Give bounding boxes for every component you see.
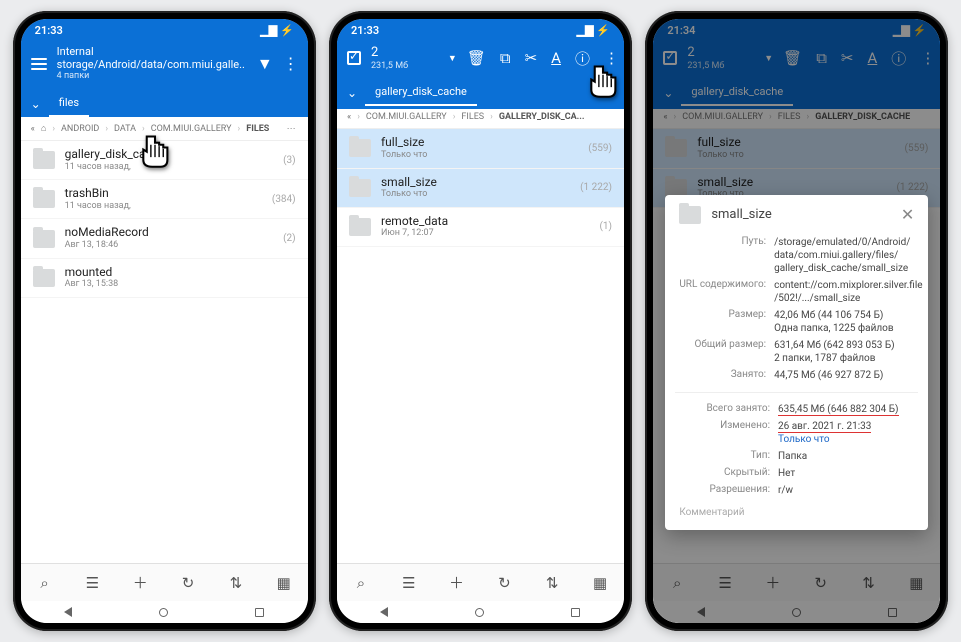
select-all-checkbox[interactable] (347, 51, 361, 65)
dropdown-icon[interactable]: ▼ (257, 54, 273, 74)
back-button[interactable] (380, 607, 388, 617)
search-icon[interactable]: ⌕ (352, 574, 370, 592)
info-icon[interactable]: ⓘ (575, 48, 590, 69)
search-icon[interactable]: ⌕ (36, 574, 54, 592)
folder-icon (33, 230, 55, 248)
view-icon[interactable]: ☰ (400, 574, 418, 592)
dropdown-icon[interactable]: ▼ (448, 53, 457, 64)
folder-icon (349, 218, 371, 236)
list-item[interactable]: remote_dataИюн 7, 12:07 (1) (337, 208, 624, 247)
grid-icon[interactable]: ▦ (591, 574, 609, 592)
tab-files[interactable]: files (49, 90, 89, 117)
properties-dialog: small_size ✕ Путь:/storage/emulated/0/An… (665, 195, 928, 530)
selection-size: 231,5 Мб (371, 61, 438, 72)
folder-icon (33, 269, 55, 287)
add-icon[interactable]: ＋ (131, 572, 149, 593)
android-navbar (21, 601, 308, 623)
phone-screenshot-1: 21:33 ▁▇ ⚡ Internal storage/Android/data… (13, 11, 316, 631)
status-icons: ▁▇ ⚡ (260, 24, 293, 37)
folder-icon (349, 179, 371, 197)
hamburger-icon[interactable] (31, 58, 47, 70)
clock: 21:34 (667, 24, 695, 37)
list-item[interactable]: small_sizeТолько что (1 222) (337, 169, 624, 208)
cut-icon[interactable]: ✂ (525, 49, 538, 67)
close-icon[interactable]: ✕ (901, 205, 914, 224)
file-list: full_sizeТолько что (559) small_sizeТоль… (337, 129, 624, 563)
refresh-icon[interactable]: ↻ (179, 574, 197, 592)
home-button[interactable] (475, 608, 484, 617)
recents-button[interactable] (571, 608, 580, 617)
chevron-down-icon[interactable]: ⌄ (31, 97, 41, 111)
add-icon[interactable]: ＋ (448, 572, 466, 593)
phone-screenshot-3: 21:34 ▁▇ ⚡ 2 231,5 Мб ▼ 🗑 ⧉ ✂ A ⓘ ⋮ ⌄ ga… (645, 11, 948, 631)
path-text[interactable]: Internal storage/Android/data/com.miui.g… (57, 45, 247, 71)
toolbar: ⌕ ☰ ＋ ↻ ⇅ ▦ (337, 563, 624, 601)
clock: 21:33 (35, 24, 63, 37)
delete-icon[interactable]: 🗑 (783, 49, 802, 67)
folder-count: 4 папки (57, 71, 247, 82)
copy-icon[interactable]: ⧉ (500, 49, 511, 67)
view-icon[interactable]: ☰ (83, 574, 101, 592)
list-item[interactable]: full_sizeТолько что (559) (337, 129, 624, 168)
info-icon[interactable]: ⓘ (891, 48, 906, 69)
copy-icon[interactable]: ⧉ (816, 49, 827, 67)
status-bar: 21:33 ▁▇ ⚡ (21, 19, 308, 41)
folder-icon (679, 206, 701, 224)
comment-field[interactable]: Комментарий (679, 507, 914, 518)
status-icons: ▁▇ ⚡ (893, 24, 926, 37)
rename-icon[interactable]: A (868, 49, 878, 67)
overflow-icon[interactable]: ⋮ (920, 49, 934, 67)
breadcrumb-more[interactable]: ⋯ (287, 124, 298, 134)
chevron-down-icon[interactable]: ⌄ (347, 86, 357, 100)
cut-icon[interactable]: ✂ (841, 49, 854, 67)
folder-icon (33, 190, 55, 208)
file-list: gallery_disk_cache11 часов назад, (3) tr… (21, 141, 308, 563)
android-navbar (337, 601, 624, 623)
selection-count: 2 (371, 45, 438, 61)
sort-icon[interactable]: ⇅ (543, 574, 561, 592)
folder-icon (33, 151, 55, 169)
breadcrumb[interactable]: «› COM.MIUI.GALLERY› FILES› GALLERY_DISK… (337, 106, 624, 129)
list-item[interactable]: gallery_disk_cache11 часов назад, (3) (21, 141, 308, 180)
back-button[interactable] (64, 607, 72, 617)
rename-icon[interactable]: A (551, 49, 561, 67)
grid-icon[interactable]: ▦ (275, 574, 293, 592)
refresh-icon[interactable]: ↻ (495, 574, 513, 592)
overflow-icon[interactable]: ⋮ (604, 49, 618, 67)
select-all-checkbox[interactable] (663, 51, 677, 65)
dialog-title: small_size (711, 207, 891, 222)
delete-icon[interactable]: 🗑 (467, 49, 486, 67)
folder-icon (349, 139, 371, 157)
list-item[interactable]: noMediaRecordАвг 13, 18:46 (2) (21, 219, 308, 258)
recents-button[interactable] (255, 608, 264, 617)
breadcrumb[interactable]: « ⌂› ANDROID› DATA› COM.MIUI.GALLERY› FI… (21, 117, 308, 141)
overflow-icon[interactable]: ⋮ (283, 54, 298, 73)
status-icons: ▁▇ ⚡ (577, 24, 610, 37)
phone-screenshot-2: 21:33 ▁▇ ⚡ 2 231,5 Мб ▼ 🗑 ⧉ ✂ A ⓘ ⋮ ⌄ ga… (329, 11, 632, 631)
sort-icon[interactable]: ⇅ (227, 574, 245, 592)
tab-folder[interactable]: gallery_disk_cache (365, 79, 477, 106)
toolbar: ⌕ ☰ ＋ ↻ ⇅ ▦ (21, 563, 308, 601)
list-item[interactable]: mountedАвг 13, 15:38 (21, 259, 308, 298)
home-button[interactable] (159, 608, 168, 617)
list-item[interactable]: trashBin11 часов назад, (384) (21, 180, 308, 219)
clock: 21:33 (351, 24, 379, 37)
